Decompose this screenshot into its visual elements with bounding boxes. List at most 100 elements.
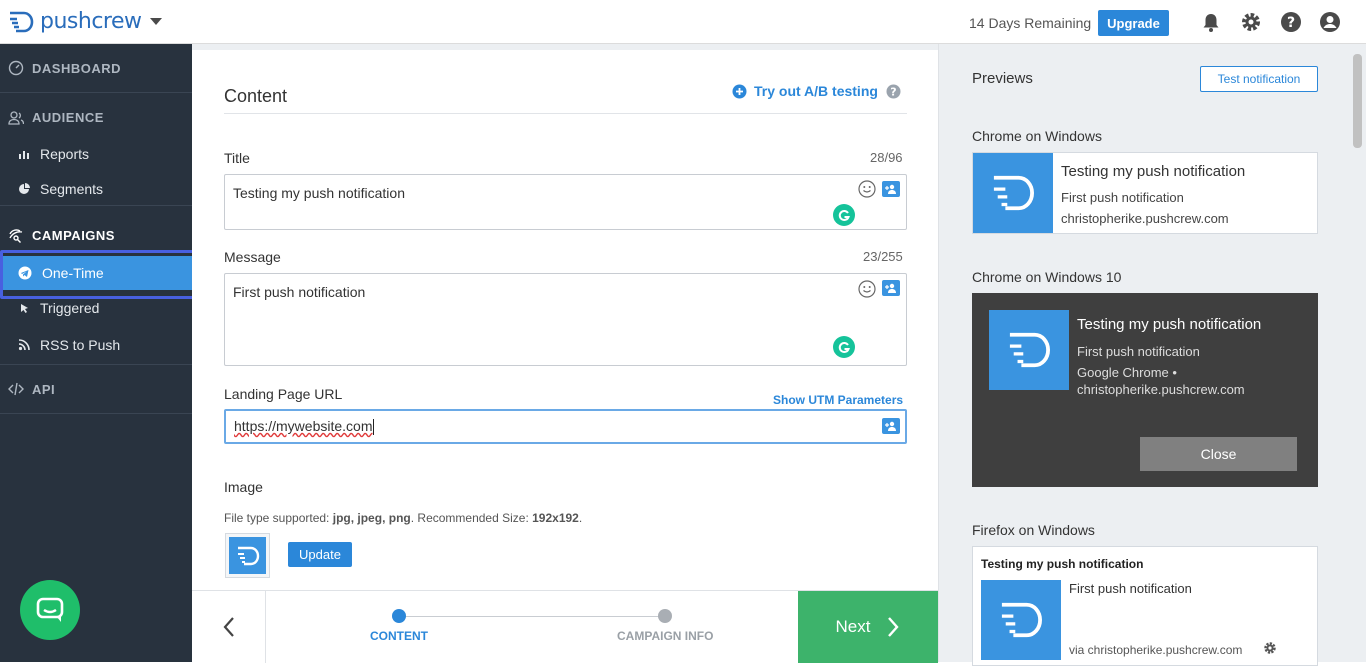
notification-logo-icon (973, 153, 1053, 233)
preview-message: First push notification (1069, 581, 1192, 596)
gear-icon[interactable] (1263, 641, 1277, 655)
notification-logo-icon (981, 580, 1061, 660)
landing-url-input[interactable]: https://mywebsite.com (224, 409, 907, 444)
next-label: Next (835, 617, 871, 636)
ab-testing-link[interactable]: Try out A/B testing ? (732, 83, 901, 99)
sidebar-item-campaigns[interactable]: CAMPAIGNS (0, 211, 192, 260)
preview-chrome-windows10-card: Testing my push notification First push … (972, 293, 1318, 487)
previews-panel: Previews Test notification Chrome on Win… (938, 44, 1366, 666)
preview-firefox-windows-card: Testing my push notification First push … (972, 546, 1318, 666)
image-label: Image (224, 479, 263, 495)
preview-message: First push notification (1061, 190, 1184, 205)
chevron-right-icon (888, 617, 900, 637)
preview-firefox-windows-label: Firefox on Windows (972, 522, 1095, 538)
sidebar-label-reports: Reports (40, 146, 90, 162)
sidebar-label-audience: AUDIENCE (32, 110, 104, 125)
landing-url-value: https://mywebsite.com (234, 418, 373, 434)
brand-logo[interactable]: pushcrew (8, 9, 162, 34)
message-input-value: First push notification (233, 284, 366, 300)
user-account-icon[interactable] (1319, 11, 1341, 33)
step-dot-campaign-info[interactable] (658, 609, 672, 623)
message-char-count: 23/255 (863, 249, 903, 264)
preview-domain: christopherike.pushcrew.com (1061, 211, 1229, 226)
chevron-left-icon (223, 617, 234, 637)
code-icon (8, 382, 24, 396)
bar-chart-icon (19, 151, 29, 159)
sidebar-label-api: API (32, 381, 56, 397)
preview-close-button[interactable]: Close (1140, 437, 1297, 471)
chat-bubble-icon (36, 597, 64, 622)
title-input[interactable]: Testing my push notification (224, 174, 907, 230)
bell-icon[interactable] (1200, 11, 1222, 33)
step-label-campaign-info[interactable]: CAMPAIGN INFO (617, 629, 713, 643)
notification-logo-icon (989, 310, 1069, 390)
sidebar-item-triggered[interactable]: Triggered (0, 291, 192, 325)
telegram-send-icon (18, 266, 32, 280)
add-user-attribute-icon[interactable] (882, 181, 900, 197)
grammarly-icon[interactable] (833, 336, 855, 358)
hint-size: 192x192 (532, 511, 579, 525)
image-thumbnail (225, 533, 270, 578)
sidebar-item-rss-to-push[interactable]: RSS to Push (0, 326, 192, 365)
pushcrew-logo-icon (10, 11, 34, 32)
preview-source: Google Chrome • (1077, 365, 1177, 380)
help-icon[interactable]: ? (1280, 11, 1302, 33)
campaigns-broadcast-icon (9, 228, 23, 243)
gear-icon[interactable] (1240, 11, 1262, 33)
step-dot-content[interactable] (392, 609, 406, 623)
hint-end: . (578, 511, 583, 525)
next-button[interactable]: Next (798, 591, 938, 663)
add-user-attribute-icon[interactable] (882, 280, 900, 296)
title-char-count: 28/96 (870, 150, 903, 165)
sidebar-item-reports[interactable]: Reports (0, 137, 192, 171)
dashboard-gauge-icon (8, 60, 24, 76)
sidebar-item-one-time[interactable]: One-Time (0, 256, 192, 290)
grammarly-icon[interactable] (833, 204, 855, 226)
message-input[interactable]: First push notification (224, 273, 907, 366)
sidebar-label-segments: Segments (40, 180, 104, 197)
sidebar-label-campaigns: CAMPAIGNS (32, 228, 115, 243)
hint-prefix: File type supported: (224, 511, 333, 525)
sidebar-item-segments[interactable]: Segments (0, 172, 192, 206)
pushcrew-logo-icon (229, 537, 266, 574)
content-divider (224, 113, 907, 114)
help-icon[interactable]: ? (886, 84, 901, 99)
preview-chrome-windows-card: Testing my push notification First push … (972, 152, 1318, 234)
main-panel: Content Try out A/B testing ? Title 28/9… (192, 44, 938, 663)
preview-close-label: Close (1200, 446, 1237, 462)
chevron-down-icon[interactable] (149, 18, 162, 25)
preview-chrome-windows10-label: Chrome on Windows 10 (972, 269, 1122, 285)
test-notification-button[interactable]: Test notification (1200, 66, 1318, 92)
sidebar-label-dashboard: DASHBOARD (32, 60, 121, 76)
brand-name: pushcrew (40, 9, 142, 34)
audience-users-icon (8, 110, 24, 125)
add-user-attribute-icon[interactable] (882, 418, 900, 434)
step-label-content[interactable]: CONTENT (370, 629, 428, 643)
ab-testing-label: Try out A/B testing (754, 83, 878, 99)
svg-text:?: ? (890, 85, 896, 98)
sidebar: DASHBOARD AUDIENCE Reports Segments CAMP… (0, 44, 192, 662)
title-input-value: Testing my push notification (233, 185, 405, 201)
preview-title: Testing my push notification (981, 557, 1144, 571)
sidebar-item-api[interactable]: API (0, 365, 192, 414)
message-label: Message (224, 249, 281, 265)
emoji-icon[interactable] (858, 280, 876, 298)
hint-types: jpg, jpeg, png (332, 511, 411, 525)
chat-launcher-button[interactable] (20, 580, 80, 640)
sidebar-item-audience[interactable]: AUDIENCE (0, 93, 192, 142)
show-utm-parameters-link[interactable]: Show UTM Parameters (773, 393, 903, 407)
preview-domain: via christopherike.pushcrew.com (1069, 643, 1243, 657)
wizard-footer: CONTENT CAMPAIGN INFO Next (192, 590, 938, 663)
update-image-button[interactable]: Update (288, 542, 352, 567)
previews-scrollbar[interactable] (1353, 54, 1362, 148)
upgrade-button[interactable]: Upgrade (1098, 10, 1169, 36)
rss-icon (18, 339, 30, 351)
pie-chart-icon (19, 182, 30, 194)
back-button[interactable] (192, 591, 266, 663)
content-heading: Content (224, 86, 288, 106)
cursor-click-icon (21, 304, 28, 313)
svg-text:?: ? (1287, 15, 1295, 31)
sidebar-label-rss: RSS to Push (40, 337, 121, 353)
emoji-icon[interactable] (858, 180, 876, 198)
sidebar-item-dashboard[interactable]: DASHBOARD (0, 44, 192, 93)
